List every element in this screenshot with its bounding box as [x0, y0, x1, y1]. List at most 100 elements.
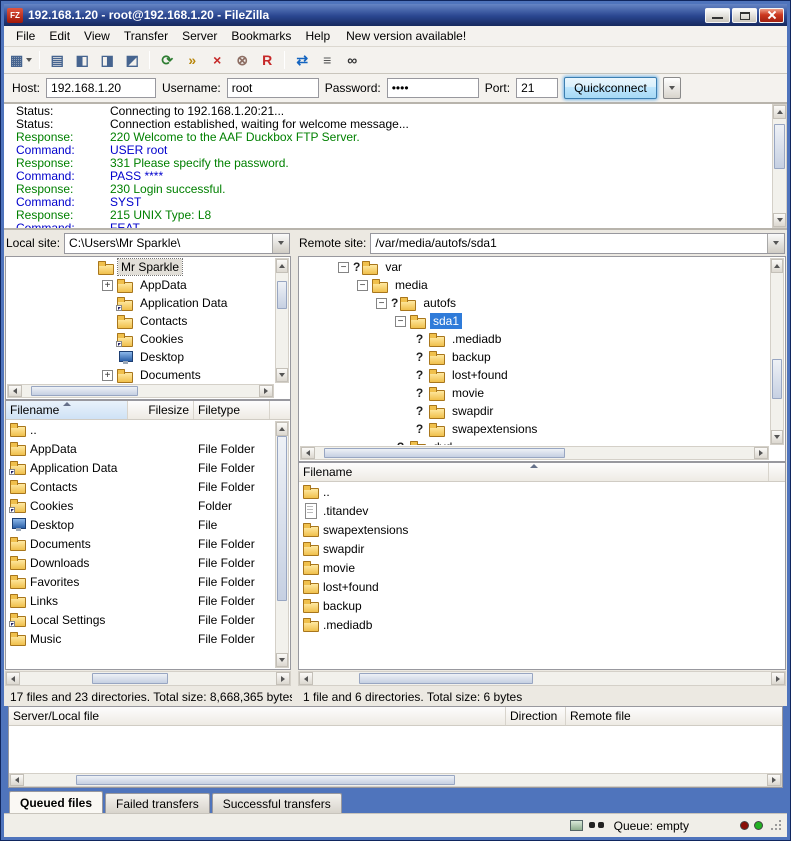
scroll-thumb[interactable] — [277, 436, 287, 601]
expand-icon[interactable]: + — [102, 280, 113, 291]
scroll-thumb[interactable] — [31, 386, 138, 396]
scroll-left-button[interactable] — [301, 447, 315, 459]
file-row-parent-dir[interactable]: .. — [299, 482, 785, 501]
scroll-track[interactable] — [276, 273, 288, 368]
toggle-queue-icon[interactable]: ◩ — [120, 49, 144, 71]
scroll-left-button[interactable] — [8, 385, 22, 397]
scroll-track[interactable] — [773, 119, 786, 213]
file-row-contacts[interactable]: ContactsFile Folder — [6, 477, 290, 496]
close-button[interactable] — [759, 8, 784, 23]
column-header-remote-file[interactable]: Remote file — [566, 707, 782, 725]
tab-failed-transfers[interactable]: Failed transfers — [105, 793, 210, 813]
scroll-right-button[interactable] — [767, 774, 781, 786]
file-row-backup[interactable]: backup — [299, 596, 785, 615]
scroll-track[interactable] — [771, 273, 783, 430]
local-directory-tree[interactable]: Mr Sparkle+AppDataApplication DataContac… — [5, 256, 291, 400]
scroll-right-button[interactable] — [276, 672, 290, 685]
tree-item-mr-sparkle[interactable]: Mr Sparkle — [7, 258, 274, 276]
tree-item-application-data[interactable]: Application Data — [7, 294, 274, 312]
minimize-button[interactable] — [705, 8, 730, 23]
local-list-vscrollbar[interactable] — [275, 421, 289, 668]
local-file-list[interactable]: FilenameFilesizeFiletype ..AppDataFile F… — [5, 400, 291, 670]
quickconnect-button[interactable]: Quickconnect — [564, 77, 657, 99]
scroll-track[interactable] — [22, 385, 259, 397]
scroll-up-button[interactable] — [771, 259, 783, 273]
scroll-track[interactable] — [315, 447, 754, 459]
local-site-combo[interactable]: C:\Users\Mr Sparkle\ — [64, 233, 290, 254]
column-header-filesize[interactable]: Filesize — [128, 401, 194, 419]
scroll-track[interactable] — [313, 672, 771, 685]
remote-directory-tree[interactable]: −?var−media−?autofs−sda1?.mediadb?backup… — [298, 256, 786, 462]
scroll-thumb[interactable] — [774, 124, 785, 169]
menu-view[interactable]: View — [77, 26, 117, 46]
menu-transfer[interactable]: Transfer — [117, 26, 175, 46]
tree-item-swapdir[interactable]: ?swapdir — [300, 402, 769, 420]
menu-bookmarks[interactable]: Bookmarks — [224, 26, 298, 46]
scroll-right-button[interactable] — [771, 672, 785, 685]
queue-hscrollbar[interactable] — [9, 773, 782, 787]
tree-item-autofs[interactable]: −?autofs — [300, 294, 769, 312]
local-tree-hscrollbar[interactable] — [7, 384, 274, 398]
remote-site-combo[interactable]: /var/media/autofs/sda1 — [370, 233, 785, 254]
tree-item-contacts[interactable]: Contacts — [7, 312, 274, 330]
toggle-message-log-icon[interactable]: ▤ — [45, 49, 69, 71]
tree-item-sda1[interactable]: −sda1 — [300, 312, 769, 330]
tree-item-media[interactable]: −media — [300, 276, 769, 294]
file-row-links[interactable]: LinksFile Folder — [6, 591, 290, 610]
scroll-track[interactable] — [24, 774, 767, 786]
menu-server[interactable]: Server — [175, 26, 224, 46]
synchronized-browsing-icon[interactable]: ⇄ — [290, 49, 314, 71]
file-row-local-settings[interactable]: Local SettingsFile Folder — [6, 610, 290, 629]
tree-item-dvd[interactable]: ?dvd — [300, 438, 769, 445]
directory-comparison-icon[interactable]: ≡ — [315, 49, 339, 71]
scroll-down-button[interactable] — [773, 213, 786, 227]
tab-successful-transfers[interactable]: Successful transfers — [212, 793, 342, 813]
file-row-mediadb[interactable]: .mediadb — [299, 615, 785, 634]
file-row-music[interactable]: MusicFile Folder — [6, 629, 290, 648]
transfer-queue-body[interactable] — [9, 726, 782, 773]
combo-dropdown-button[interactable] — [767, 234, 784, 253]
collapse-icon[interactable]: − — [357, 280, 368, 291]
titlebar[interactable]: FZ 192.168.1.20 - root@192.168.1.20 - Fi… — [4, 4, 787, 26]
tree-item-desktop[interactable]: Desktop — [7, 348, 274, 366]
scroll-down-button[interactable] — [276, 653, 288, 667]
file-row-lost-found[interactable]: lost+found — [299, 577, 785, 596]
remote-list-hscrollbar[interactable] — [298, 671, 786, 686]
tree-item-lost-found[interactable]: ?lost+found — [300, 366, 769, 384]
scroll-thumb[interactable] — [277, 281, 287, 310]
tree-item-movie[interactable]: ?movie — [300, 384, 769, 402]
local-tree-vscrollbar[interactable] — [275, 258, 289, 383]
new-version-notice[interactable]: New version available! — [340, 26, 472, 46]
scroll-down-button[interactable] — [771, 430, 783, 444]
scroll-up-button[interactable] — [276, 259, 288, 273]
scroll-right-button[interactable] — [754, 447, 768, 459]
maximize-button[interactable] — [732, 8, 757, 23]
file-row-application-data[interactable]: Application DataFile Folder — [6, 458, 290, 477]
collapse-icon[interactable]: − — [376, 298, 387, 309]
tree-item-documents[interactable]: +Documents — [7, 366, 274, 383]
scroll-thumb[interactable] — [772, 359, 782, 398]
file-row-cookies[interactable]: CookiesFolder — [6, 496, 290, 515]
scroll-thumb[interactable] — [92, 673, 169, 684]
password-input[interactable] — [387, 78, 479, 98]
scroll-thumb[interactable] — [324, 448, 565, 458]
scroll-track[interactable] — [276, 436, 288, 653]
refresh-icon[interactable]: ⟳ — [155, 49, 179, 71]
file-row-documents[interactable]: DocumentsFile Folder — [6, 534, 290, 553]
port-input[interactable] — [516, 78, 558, 98]
menu-file[interactable]: File — [9, 26, 42, 46]
tab-queued-files[interactable]: Queued files — [9, 791, 103, 813]
username-input[interactable] — [227, 78, 319, 98]
scroll-thumb[interactable] — [359, 673, 533, 684]
remote-tree-hscrollbar[interactable] — [300, 446, 769, 460]
remote-file-list[interactable]: Filename ...titandevswapextensionsswapdi… — [298, 462, 786, 670]
toggle-remote-tree-icon[interactable]: ◨ — [95, 49, 119, 71]
column-header-direction[interactable]: Direction — [506, 707, 566, 725]
collapse-icon[interactable]: − — [395, 316, 406, 327]
file-row-movie[interactable]: movie — [299, 558, 785, 577]
tree-item-var[interactable]: −?var — [300, 258, 769, 276]
combo-dropdown-button[interactable] — [272, 234, 289, 253]
scroll-left-button[interactable] — [10, 774, 24, 786]
tree-item-mediadb[interactable]: ?.mediadb — [300, 330, 769, 348]
message-log-scrollbar[interactable] — [772, 104, 787, 228]
